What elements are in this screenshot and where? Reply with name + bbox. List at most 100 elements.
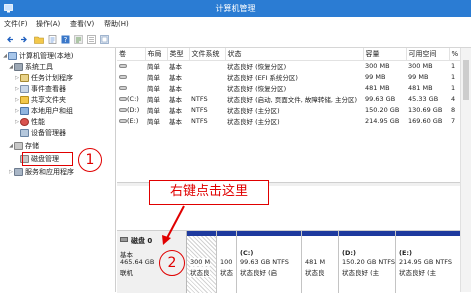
partition-efi[interactable]: 100 状态	[217, 231, 237, 293]
partition-drive-letter: (C:)	[240, 249, 254, 257]
table-row[interactable]: 简单 基本 状态良好 (恢复分区) 481 MB 481 MB 1	[117, 82, 460, 93]
partition-d[interactable]: (D:) 150.20 GB NTFS 状态良好 (主	[339, 231, 396, 293]
menu-file[interactable]: 文件(F)	[4, 19, 28, 29]
tree-item-system-tools[interactable]: ◢ 系统工具	[8, 62, 53, 72]
scrollbar-thumb[interactable]	[463, 60, 469, 100]
menu-view[interactable]: 查看(V)	[70, 19, 94, 29]
volume-name: (D:)	[127, 105, 140, 114]
tree-item-label: 系统工具	[25, 63, 53, 71]
column-header-free-space[interactable]: 可用空间	[406, 48, 450, 61]
partition-status: 状态良	[305, 269, 325, 277]
free-space-cell: 130.69 GB	[408, 105, 443, 114]
column-header-status[interactable]: 状态	[225, 48, 364, 61]
toolbar: ?	[0, 31, 471, 48]
table-header-row: 卷 布局 类型 文件系统 状态 容量 可用空间 %	[117, 48, 461, 61]
filesystem-cell: NTFS	[191, 94, 208, 103]
table-row[interactable]: 简单 基本 状态良好 (EFI 系统分区) 99 MB 99 MB 1	[117, 71, 460, 82]
column-header-type[interactable]: 类型	[167, 48, 190, 61]
table-row[interactable]: 简单 基本 状态良好 (恢复分区) 300 MB 300 MB 1	[117, 60, 460, 71]
navigation-tree: ◢ 计算机管理(本地) ◢ 系统工具 ▷ 任务计划程序 ▷ 事件查看器 ▷ 共享…	[0, 48, 116, 292]
tree-item-label: 共享文件夹	[31, 96, 66, 104]
capacity-cell: 150.20 GB	[365, 105, 400, 114]
folder-icon[interactable]	[34, 34, 44, 44]
menu-action[interactable]: 操作(A)	[36, 19, 60, 29]
partition-bar	[217, 231, 236, 236]
percent-cell: 4	[451, 94, 456, 103]
volume-icon	[119, 74, 127, 79]
column-header-layout[interactable]: 布局	[145, 48, 168, 61]
partition-c[interactable]: (C:) 99.63 GB NTFS 状态良好 (启	[237, 231, 302, 293]
status-cell: 状态良好 (EFI 系统分区)	[227, 73, 298, 82]
partition-recovery-2[interactable]: 481 M 状态良	[302, 231, 339, 293]
partition-recovery-1[interactable]: 300 M 状态良	[187, 231, 217, 293]
tree-item-task-scheduler[interactable]: ▷ 任务计划程序	[14, 73, 73, 83]
volume-icon	[119, 85, 127, 90]
filesystem-cell: NTFS	[191, 116, 208, 125]
layout-cell: 简单	[147, 95, 160, 104]
column-header-filesystem[interactable]: 文件系统	[189, 48, 226, 61]
partition-e[interactable]: (E:) 214.95 GB NTFS 状态良好 (主	[396, 231, 460, 293]
tree-item-computer-management[interactable]: ◢ 计算机管理(本地)	[2, 51, 73, 61]
back-arrow-icon[interactable]	[5, 34, 15, 44]
properties-icon[interactable]	[47, 34, 57, 44]
type-cell: 基本	[169, 84, 182, 93]
shared-folder-icon	[20, 96, 29, 104]
users-icon	[20, 107, 29, 115]
free-space-cell: 45.33 GB	[408, 94, 439, 103]
tree-item-storage[interactable]: ◢ 存储	[8, 141, 39, 151]
menu-bar: 文件(F) 操作(A) 查看(V) 帮助(H)	[0, 17, 471, 31]
layout-cell: 简单	[147, 62, 160, 71]
tools-icon	[14, 63, 23, 71]
partition-bar	[302, 231, 338, 236]
layout-cell: 简单	[147, 73, 160, 82]
volume-cell: (D:)	[117, 104, 145, 115]
disk-name: 磁盘 0	[131, 237, 153, 245]
tree-item-shared-folders[interactable]: ▷ 共享文件夹	[14, 95, 66, 105]
status-cell: 状态良好 (恢复分区)	[227, 84, 287, 93]
capacity-cell: 99.63 GB	[365, 94, 396, 103]
volume-cell: (C:)	[117, 93, 145, 104]
tree-item-services-applications[interactable]: ▷ 服务和应用程序	[8, 167, 74, 177]
device-manager-icon	[20, 129, 29, 137]
table-row[interactable]: (D:) 简单 基本 NTFS 状态良好 (主分区) 150.20 GB 130…	[117, 104, 460, 115]
column-header-percent[interactable]: %	[449, 48, 461, 61]
column-header-volume[interactable]: 卷	[117, 48, 146, 61]
tree-item-label: 性能	[31, 118, 45, 126]
partition-bar	[187, 231, 216, 236]
capacity-cell: 214.95 GB	[365, 116, 400, 125]
status-cell: 状态良好 (主分区)	[227, 117, 280, 126]
capacity-cell: 300 MB	[365, 61, 390, 70]
performance-icon	[20, 118, 29, 126]
partition-bar	[339, 231, 395, 236]
free-space-cell: 169.60 GB	[408, 116, 443, 125]
tree-item-local-users-groups[interactable]: ▷ 本地用户和组	[14, 106, 73, 116]
partition-size: 300 M	[190, 258, 211, 266]
tree-item-label: 事件查看器	[31, 85, 66, 93]
status-cell: 状态良好 (启动, 页面文件, 故障转储, 主分区)	[227, 95, 358, 104]
menu-help[interactable]: 帮助(H)	[104, 19, 129, 29]
forward-arrow-icon[interactable]	[18, 34, 28, 44]
title-bar: 计算机管理	[0, 0, 471, 17]
partition-size: 99.63 GB NTFS	[240, 258, 289, 266]
table-row[interactable]: (E:) 简单 基本 NTFS 状态良好 (主分区) 214.95 GB 169…	[117, 115, 460, 126]
storage-icon	[14, 142, 23, 150]
volume-cell	[117, 82, 145, 93]
tree-item-label: 计算机管理(本地)	[19, 52, 74, 60]
partition-bar	[396, 231, 460, 236]
tree-item-performance[interactable]: ▷ 性能	[14, 117, 45, 127]
tree-item-label: 存储	[25, 142, 39, 150]
tree-item-event-viewer[interactable]: ▷ 事件查看器	[14, 84, 66, 94]
help-icon[interactable]: ?	[60, 34, 70, 44]
table-row[interactable]: (C:) 简单 基本 NTFS 状态良好 (启动, 页面文件, 故障转储, 主分…	[117, 93, 460, 104]
column-header-capacity[interactable]: 容量	[363, 48, 407, 61]
partition-status: 状态	[220, 269, 233, 277]
callout-arrow	[162, 205, 185, 245]
vertical-scrollbar[interactable]	[460, 48, 471, 292]
settings-icon[interactable]	[99, 34, 109, 44]
export-list-icon[interactable]	[86, 34, 96, 44]
volume-cell: (E:)	[117, 115, 145, 126]
volume-list: 卷 布局 类型 文件系统 状态 容量 可用空间 % 简单 基本 状态良好 (恢复…	[117, 48, 461, 182]
partition-bar	[237, 231, 301, 236]
refresh-icon[interactable]	[73, 34, 83, 44]
tree-item-device-manager[interactable]: 设备管理器	[14, 128, 66, 138]
